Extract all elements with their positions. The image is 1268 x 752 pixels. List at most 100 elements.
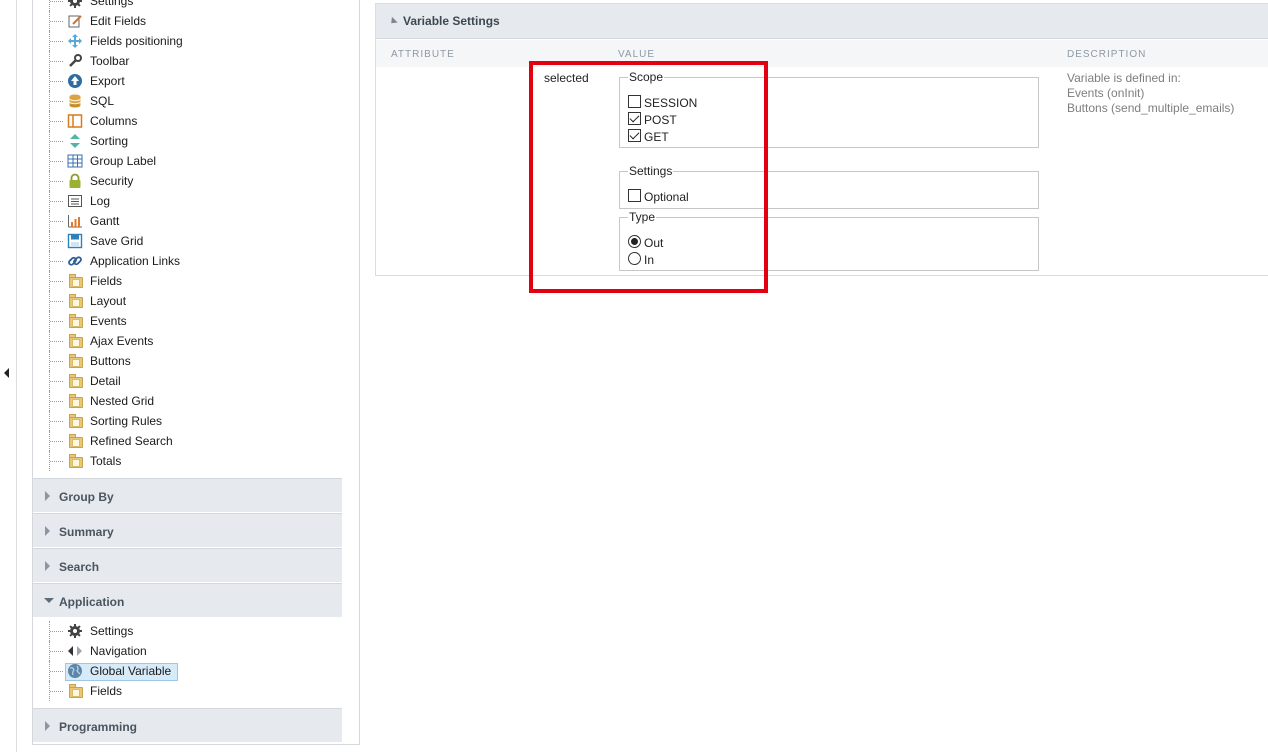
gantt-chart-icon [67, 213, 83, 229]
section-title: Group By [59, 490, 114, 504]
columns-icon [67, 113, 83, 129]
section-title: Programming [59, 720, 138, 734]
tree-line [50, 361, 63, 362]
tree-item[interactable]: Fields [33, 681, 342, 701]
tree-item[interactable]: Toolbar [33, 51, 342, 71]
tree-item-label: Ajax Events [90, 334, 154, 348]
expand-arrow-icon [45, 526, 50, 536]
tree-item[interactable]: Detail [33, 371, 342, 391]
tree-line [50, 281, 63, 282]
section-group-by[interactable]: Group By [33, 478, 342, 512]
expand-arrow-icon [45, 721, 50, 731]
column-header-value: VALUE [618, 49, 656, 60]
tree-item-label: Events [90, 314, 127, 328]
tree-line [50, 401, 63, 402]
tree-item[interactable]: Security [33, 171, 342, 191]
collapse-panel-icon[interactable] [4, 368, 9, 378]
tree-item[interactable]: Fields positioning [33, 31, 342, 51]
folder-icon [69, 394, 83, 408]
attribute-description: Variable is defined in: Events (onInit) … [1067, 71, 1234, 116]
navigation-icon [67, 643, 83, 659]
tree-item-label: Sorting [90, 134, 129, 148]
tree-line [50, 421, 63, 422]
tree-item-label: Navigation [90, 644, 147, 658]
section-title: Search [59, 560, 100, 574]
link-icon [67, 253, 83, 269]
collapse-arrow-icon [44, 598, 54, 603]
panel-header[interactable]: Variable Settings [376, 4, 1268, 39]
tree-item[interactable]: Export [33, 71, 342, 91]
tree-item[interactable]: Totals [33, 451, 342, 471]
tree-item[interactable]: Navigation [33, 641, 342, 661]
tree-item[interactable]: Application Links [33, 251, 342, 271]
tree-item[interactable]: Buttons [33, 351, 342, 371]
grid-settings-tree: Settings Edit Fields Fields positioning Too… [33, 0, 342, 478]
tree-line [50, 181, 63, 182]
tree-item[interactable]: Sorting Rules [33, 411, 342, 431]
database-icon [67, 93, 83, 109]
tree-item[interactable]: Gantt [33, 211, 342, 231]
tree-line [50, 21, 63, 22]
tree-item-label: Export [90, 74, 125, 88]
tree-line [50, 1, 63, 2]
tree-line [50, 141, 63, 142]
tree-line [50, 101, 63, 102]
tree-item[interactable]: Settings [33, 0, 342, 11]
tree-item[interactable]: Log [33, 191, 342, 211]
collapse-arrow-icon[interactable] [388, 16, 398, 27]
tree-line [50, 441, 63, 442]
tree-item-label: Columns [90, 114, 138, 128]
tree-item[interactable]: Layout [33, 291, 342, 311]
tree-line [50, 691, 63, 692]
tree-line [50, 81, 63, 82]
tree-item-label: Toolbar [90, 54, 130, 68]
sort-icon [67, 133, 83, 149]
tree-item-label: Settings [90, 624, 134, 638]
tree-line [50, 121, 63, 122]
tree-item-label: Refined Search [90, 434, 173, 448]
folder-icon [69, 374, 83, 388]
tree-item[interactable]: Group Label [33, 151, 342, 171]
tree-item[interactable]: Fields [33, 271, 342, 291]
expand-arrow-icon [45, 561, 50, 571]
edit-fields-icon [67, 13, 83, 29]
column-header-description: DESCRIPTION [1067, 49, 1147, 60]
column-header-attribute: ATTRIBUTE [391, 49, 455, 60]
tree-item[interactable]: Ajax Events [33, 331, 342, 351]
log-icon [67, 193, 83, 209]
tree-item[interactable]: Sorting [33, 131, 342, 151]
section-search[interactable]: Search [33, 548, 342, 582]
folder-icon [69, 274, 83, 288]
tree-line [50, 201, 63, 202]
tree-line [50, 461, 63, 462]
save-icon [67, 233, 83, 249]
tree-item[interactable]: Events [33, 311, 342, 331]
divider [16, 0, 17, 752]
tree-item[interactable]: Settings [33, 621, 342, 641]
tree-item-selected[interactable]: Global Variable [33, 661, 342, 681]
tree-item-label: Totals [90, 454, 122, 468]
tree-item[interactable]: Edit Fields [33, 11, 342, 31]
tree-line [50, 321, 63, 322]
section-summary[interactable]: Summary [33, 513, 342, 547]
table-icon [67, 153, 83, 169]
tree-item[interactable]: Refined Search [33, 431, 342, 451]
section-application[interactable]: Application [33, 583, 342, 617]
tree-item[interactable]: Columns [33, 111, 342, 131]
tree-item[interactable]: SQL [33, 91, 342, 111]
tree-item[interactable]: Save Grid [33, 231, 342, 251]
section-programming[interactable]: Programming [33, 708, 342, 742]
expand-arrow-icon [45, 491, 50, 501]
gear-icon [67, 0, 83, 9]
description-line: Buttons (send_multiple_emails) [1067, 101, 1235, 115]
tree-line [50, 261, 63, 262]
tree-item-label: Security [90, 174, 134, 188]
tree-item-label: Fields [90, 274, 123, 288]
tree-item-label: Nested Grid [90, 394, 155, 408]
tree-line [50, 241, 63, 242]
folder-icon [69, 434, 83, 448]
sidebar: Settings Edit Fields Fields positioning Too… [32, 0, 360, 745]
application-tree: Settings Navigation Global Variable Fields [33, 617, 342, 707]
tree-item[interactable]: Nested Grid [33, 391, 342, 411]
tree-item-label: Group Label [90, 154, 157, 168]
